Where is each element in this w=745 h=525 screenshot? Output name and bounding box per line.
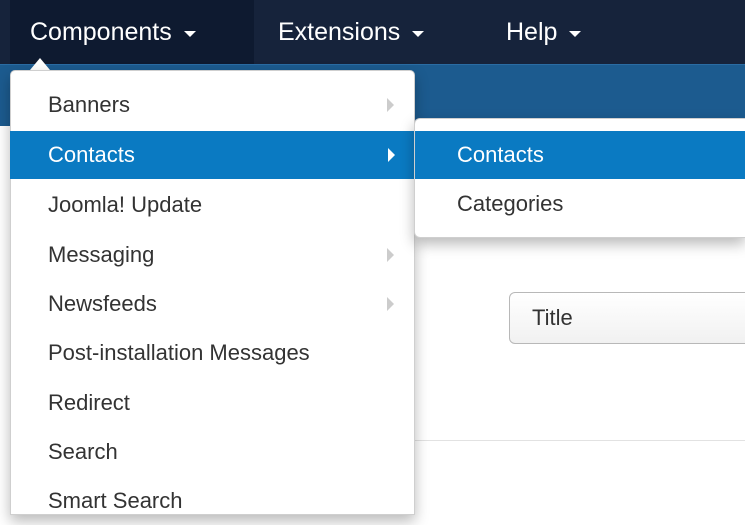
menu-item-search[interactable]: Search: [11, 428, 414, 476]
sort-select-value: Title: [532, 305, 573, 330]
menu-item-label: Post-installation Messages: [48, 340, 310, 365]
menu-item-smart-search[interactable]: Smart Search: [11, 477, 414, 525]
dropdown-pointer: [30, 58, 50, 70]
nav-extensions[interactable]: Extensions: [272, 0, 430, 64]
caret-down-icon: [412, 31, 425, 37]
submenu-item-categories[interactable]: Categories: [415, 180, 745, 228]
menu-item-label: Contacts: [48, 142, 135, 167]
menu-item-label: Redirect: [48, 390, 130, 415]
menu-item-messaging[interactable]: Messaging: [11, 231, 414, 279]
menu-item-banners[interactable]: Banners: [11, 81, 414, 129]
nav-components[interactable]: Components: [10, 0, 254, 64]
divider: [414, 440, 745, 441]
submenu-item-label: Categories: [457, 191, 564, 216]
menu-item-label: Messaging: [48, 242, 155, 267]
chevron-right-icon: [388, 148, 395, 162]
menu-item-redirect[interactable]: Redirect: [11, 379, 414, 427]
contacts-submenu: Contacts Categories: [414, 118, 745, 238]
sort-select[interactable]: Title: [509, 292, 745, 344]
chevron-right-icon: [387, 297, 394, 311]
chevron-right-icon: [387, 98, 394, 112]
top-navbar: Components Extensions Help: [0, 0, 745, 64]
components-dropdown-menu: Banners Contacts Joomla! Update Messagin…: [10, 70, 415, 515]
submenu-item-label: Contacts: [457, 142, 544, 167]
submenu-item-contacts[interactable]: Contacts: [415, 131, 745, 179]
nav-help-label: Help: [506, 17, 558, 46]
caret-down-icon: [183, 31, 196, 37]
caret-down-icon: [569, 31, 582, 37]
menu-item-label: Banners: [48, 92, 130, 117]
menu-item-newsfeeds[interactable]: Newsfeeds: [11, 280, 414, 328]
chevron-right-icon: [387, 248, 394, 262]
menu-item-label: Search: [48, 439, 118, 464]
menu-item-label: Joomla! Update: [48, 192, 203, 217]
nav-extensions-label: Extensions: [278, 17, 401, 46]
nav-components-label: Components: [30, 17, 172, 46]
nav-help[interactable]: Help: [500, 0, 587, 64]
menu-item-label: Smart Search: [48, 488, 183, 513]
menu-item-label: Newsfeeds: [48, 291, 157, 316]
menu-item-post-installation-messages[interactable]: Post-installation Messages: [11, 329, 414, 377]
menu-item-joomla-update[interactable]: Joomla! Update: [11, 181, 414, 229]
menu-item-contacts[interactable]: Contacts: [10, 131, 415, 179]
